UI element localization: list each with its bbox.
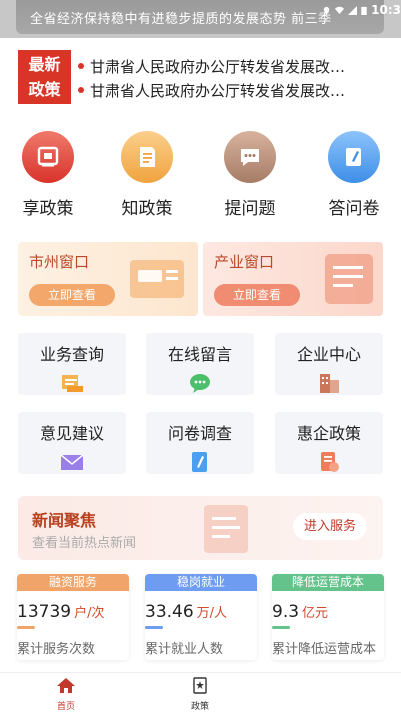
- bullet-dot: [78, 63, 84, 69]
- policy-item[interactable]: 甘肃省人民政府办公厅转发省发展改…: [78, 54, 388, 78]
- policy-doc-icon: [193, 677, 207, 694]
- policy-item-text: 甘肃省人民政府办公厅转发省发展改…: [90, 57, 346, 76]
- nav-answer-survey[interactable]: 答问卷: [314, 131, 394, 219]
- stat-header: 稳岗就业: [145, 574, 257, 591]
- bottom-tab-bar: 首页 政策: [0, 672, 401, 713]
- grid-label: 惠企政策: [296, 424, 361, 443]
- stat-number: 9.3: [272, 602, 300, 622]
- badge-line-1: 最新: [28, 55, 61, 74]
- city-window-card[interactable]: 市州窗口 立即查看: [18, 242, 198, 316]
- nav-label: 知政策: [121, 199, 173, 219]
- grid-label: 企业中心: [296, 345, 361, 364]
- stat-card-financing[interactable]: 融资服务 13739 户/次 累计服务次数: [17, 574, 129, 660]
- stat-unit: 户/次: [74, 606, 105, 621]
- news-illustration-icon: [204, 505, 248, 553]
- building-icon: [320, 374, 339, 393]
- nav-ask-question[interactable]: 提问题: [210, 131, 290, 219]
- tab-policy[interactable]: 政策: [170, 677, 230, 712]
- round-nav: 享政策 知政策 提问题 答问卷: [0, 131, 401, 226]
- stat-number: 13739: [17, 602, 72, 622]
- top-banner: 全省经济保持稳中有进稳步提质的发展态势 前三季 10:3: [0, 0, 401, 38]
- grid-survey[interactable]: 问卷调查: [146, 412, 254, 474]
- stat-description: 累计服务次数: [17, 642, 96, 657]
- banner-text: 全省经济保持稳中有进稳步提质的发展态势 前三季: [30, 12, 332, 27]
- document-icon: [121, 131, 173, 183]
- signal-icon: [348, 5, 358, 15]
- card-illustration-icon: [325, 254, 373, 304]
- inbox-icon: [62, 375, 83, 392]
- grid-label: 在线留言: [167, 345, 232, 364]
- policy-list: 甘肃省人民政府办公厅转发省发展改… 甘肃省人民政府办公厅转发省发展改…: [78, 54, 388, 102]
- nav-know-policy[interactable]: 知政策: [107, 131, 187, 219]
- stat-unit: 亿元: [302, 606, 329, 621]
- city-window-button[interactable]: 立即查看: [29, 284, 115, 306]
- grid-online-message[interactable]: 在线留言: [146, 333, 254, 395]
- latest-policy-badge: 最新 政策: [18, 50, 71, 104]
- location-icon: [323, 6, 330, 15]
- stat-card-cost-reduction[interactable]: 降低运营成本 9.3 亿元 累计降低运营成本: [272, 574, 384, 660]
- stat-card-employment[interactable]: 稳岗就业 33.46 万/人 累计就业人数: [145, 574, 257, 660]
- tab-home[interactable]: 首页: [36, 677, 96, 712]
- grid-suggestions[interactable]: 意见建议: [18, 412, 126, 474]
- industry-window-button[interactable]: 立即查看: [214, 284, 300, 306]
- stat-header: 融资服务: [17, 574, 129, 591]
- grid-enterprise-policy[interactable]: 惠企政策: [275, 412, 383, 474]
- stat-description: 累计降低运营成本: [272, 642, 377, 657]
- stat-description: 累计就业人数: [145, 642, 224, 657]
- chat-icon: [224, 131, 276, 183]
- policy-item[interactable]: 甘肃省人民政府办公厅转发省发展改…: [78, 78, 388, 102]
- home-icon: [57, 678, 75, 693]
- envelope-icon: [60, 454, 84, 470]
- nav-label: 提问题: [224, 199, 276, 219]
- news-focus-card[interactable]: 新闻聚焦 查看当前热点新闻 进入服务: [18, 496, 383, 560]
- nav-label: 享政策: [22, 199, 74, 219]
- stat-header: 降低运营成本: [272, 574, 384, 591]
- survey-icon: [192, 452, 207, 472]
- battery-icon: [361, 6, 367, 15]
- status-bar: 10:3: [322, 0, 401, 20]
- status-time: 10:3: [371, 3, 401, 17]
- bullet-dot: [78, 87, 84, 93]
- stat-accent-bar: [145, 626, 163, 629]
- wifi-icon: [335, 6, 345, 14]
- badge-line-2: 政策: [28, 80, 61, 99]
- enter-service-button[interactable]: 进入服务: [293, 513, 367, 540]
- grid-label: 意见建议: [39, 424, 104, 443]
- nav-enjoy-policy[interactable]: 享政策: [8, 131, 88, 219]
- stat-number: 33.46: [145, 602, 194, 622]
- grid-enterprise-center[interactable]: 企业中心: [275, 333, 383, 395]
- badge-icon: [22, 131, 74, 183]
- tab-label: 首页: [56, 702, 75, 712]
- stat-value: 9.3 亿元: [272, 602, 328, 622]
- tab-label: 政策: [190, 702, 209, 712]
- news-subtitle: 查看当前热点新闻: [32, 536, 137, 551]
- news-title: 新闻聚焦: [32, 511, 97, 530]
- stat-value: 13739 户/次: [17, 602, 104, 622]
- stat-value: 33.46 万/人: [145, 602, 227, 622]
- nav-label: 答问卷: [328, 199, 380, 219]
- card-illustration-icon: [130, 260, 184, 298]
- city-window-title: 市州窗口: [29, 253, 90, 271]
- latest-policy: 最新 政策 甘肃省人民政府办公厅转发省发展改… 甘肃省人民政府办公厅转发省发展改…: [18, 50, 386, 108]
- grid-label: 业务查询: [39, 345, 104, 364]
- grid-label: 问卷调查: [167, 424, 232, 443]
- stat-accent-bar: [272, 626, 290, 629]
- stat-accent-bar: [17, 626, 35, 629]
- pen-icon: [328, 131, 380, 183]
- industry-window-card[interactable]: 产业窗口 立即查看: [203, 242, 383, 316]
- message-icon: [190, 374, 210, 393]
- industry-window-title: 产业窗口: [214, 253, 275, 271]
- grid-business-query[interactable]: 业务查询: [18, 333, 126, 395]
- policy-icon: [321, 452, 339, 472]
- stat-unit: 万/人: [196, 606, 228, 621]
- policy-item-text: 甘肃省人民政府办公厅转发省发展改…: [90, 81, 346, 100]
